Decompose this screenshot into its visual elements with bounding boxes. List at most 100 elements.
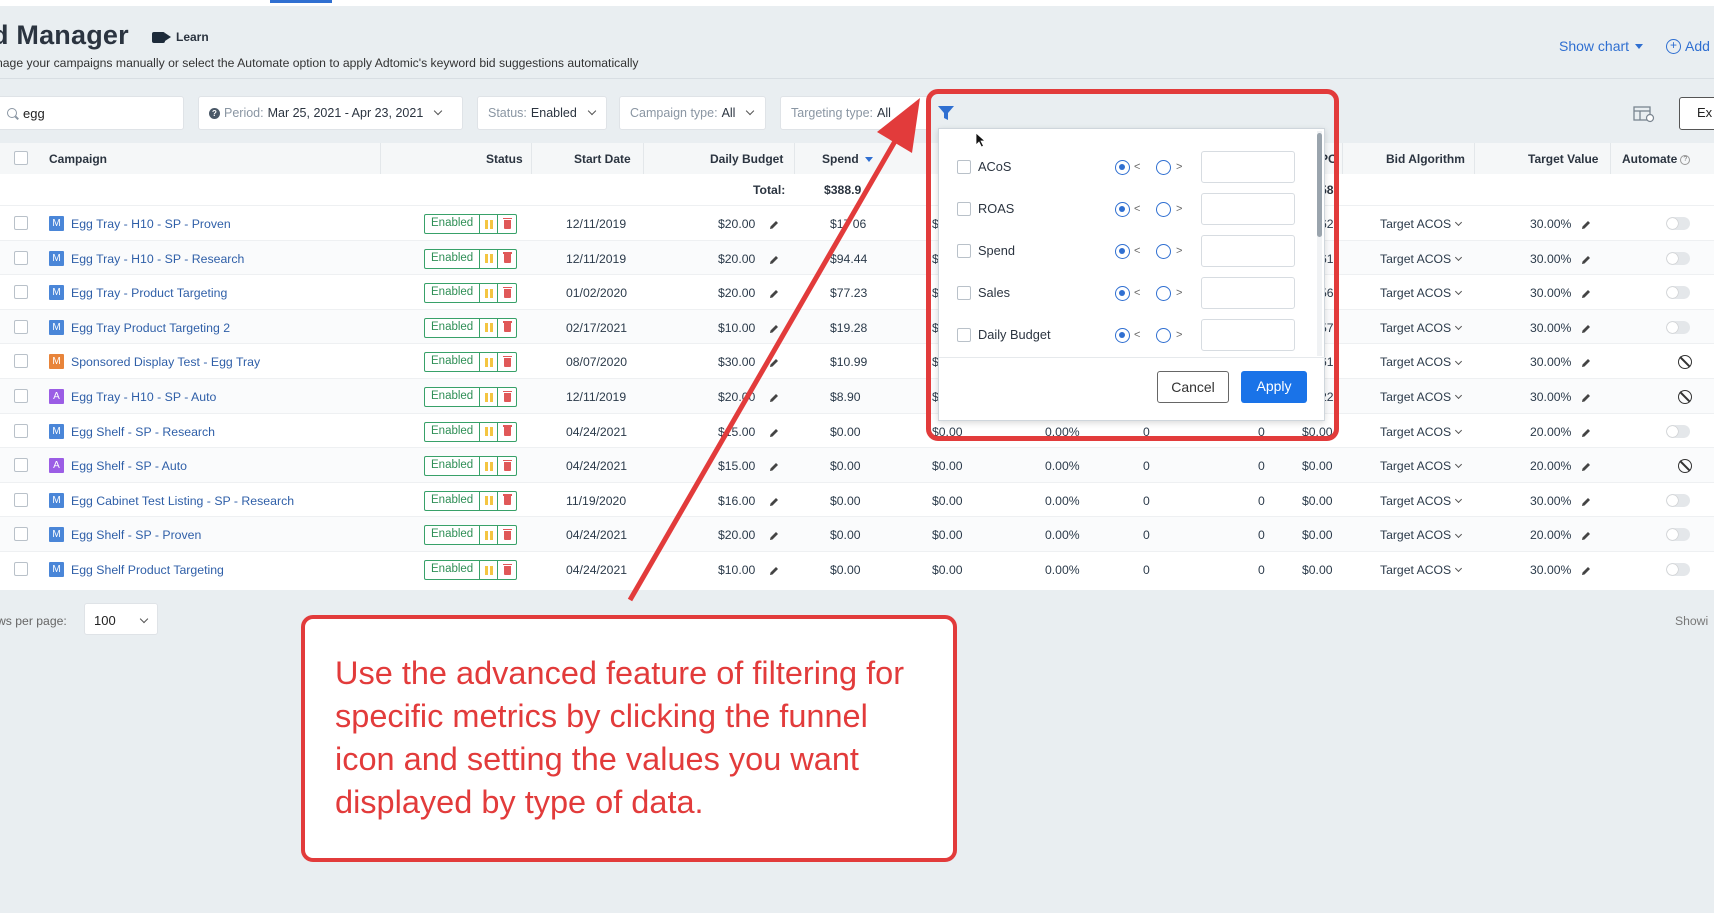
status-enabled-label[interactable]: Enabled xyxy=(425,526,481,545)
bid-algorithm-select[interactable]: Target ACOS xyxy=(1380,425,1463,439)
row-checkbox[interactable] xyxy=(14,458,28,473)
bid-algorithm-select[interactable]: Target ACOS xyxy=(1380,459,1463,473)
automate-toggle[interactable] xyxy=(1666,251,1690,265)
pause-icon[interactable] xyxy=(480,215,499,233)
pencil-icon[interactable] xyxy=(768,426,780,438)
bid-algorithm-select[interactable]: Target ACOS xyxy=(1380,217,1463,231)
trash-icon[interactable] xyxy=(498,492,516,510)
pause-icon[interactable] xyxy=(480,353,499,372)
bid-algorithm-select[interactable]: Target ACOS xyxy=(1380,563,1463,577)
select-all-checkbox[interactable] xyxy=(14,151,28,165)
pencil-icon[interactable] xyxy=(768,287,780,299)
pencil-icon[interactable] xyxy=(768,460,780,472)
pencil-icon[interactable] xyxy=(768,564,780,576)
pencil-icon[interactable] xyxy=(768,322,780,334)
campaign-link[interactable]: Egg Tray - H10 - SP - Proven xyxy=(71,217,231,231)
column-settings-icon[interactable] xyxy=(1633,105,1655,123)
trash-icon[interactable] xyxy=(498,457,516,475)
pencil-icon[interactable] xyxy=(768,391,780,403)
pause-icon[interactable] xyxy=(480,249,499,268)
campaign-link[interactable]: Egg Shelf Product Targeting xyxy=(71,563,224,577)
header-campaign[interactable]: Campaign xyxy=(49,152,107,166)
status-enabled-label[interactable]: Enabled xyxy=(425,249,481,268)
row-checkbox[interactable] xyxy=(14,423,28,438)
pencil-icon[interactable] xyxy=(1580,356,1592,368)
trash-icon[interactable] xyxy=(498,250,516,268)
pause-icon[interactable] xyxy=(480,318,499,337)
show-chart-button[interactable]: Show chart xyxy=(1559,38,1644,54)
bid-algorithm-select[interactable]: Target ACOS xyxy=(1380,390,1463,404)
bid-algorithm-select[interactable]: Target ACOS xyxy=(1380,355,1463,369)
status-enabled-label[interactable]: Enabled xyxy=(425,215,481,233)
add-button[interactable]: + Add xyxy=(1666,38,1710,54)
status-enabled-label[interactable]: Enabled xyxy=(425,353,481,372)
rows-per-page-select[interactable]: 100 xyxy=(84,603,158,635)
pencil-icon[interactable] xyxy=(768,253,780,265)
row-checkbox[interactable] xyxy=(14,250,28,265)
status-enabled-label[interactable]: Enabled xyxy=(425,318,481,337)
trash-icon[interactable] xyxy=(498,526,516,544)
campaign-link[interactable]: Egg Tray - Product Targeting xyxy=(71,286,227,300)
automate-toggle[interactable] xyxy=(1666,424,1690,438)
learn-link[interactable]: Learn xyxy=(152,30,209,44)
automate-toggle[interactable] xyxy=(1666,493,1690,507)
pencil-icon[interactable] xyxy=(1580,253,1592,265)
header-bid-algorithm[interactable]: Bid Algorithm xyxy=(1386,152,1465,166)
trash-icon[interactable] xyxy=(498,215,516,233)
campaign-link[interactable]: Egg Tray - H10 - SP - Auto xyxy=(71,390,216,404)
status-enabled-label[interactable]: Enabled xyxy=(425,491,481,510)
pencil-icon[interactable] xyxy=(1580,218,1592,230)
automate-toggle[interactable] xyxy=(1666,528,1690,542)
pencil-icon[interactable] xyxy=(768,495,780,507)
bid-algorithm-select[interactable]: Target ACOS xyxy=(1380,252,1463,266)
campaign-link[interactable]: Egg Shelf - SP - Research xyxy=(71,425,215,439)
row-checkbox[interactable] xyxy=(14,492,28,507)
trash-icon[interactable] xyxy=(498,319,516,337)
campaign-link[interactable]: Egg Tray Product Targeting 2 xyxy=(71,321,230,335)
status-enabled-label[interactable]: Enabled xyxy=(425,457,481,476)
trash-icon[interactable] xyxy=(498,388,516,406)
automate-toggle[interactable] xyxy=(1666,563,1690,576)
automate-toggle[interactable] xyxy=(1666,320,1690,334)
period-dropdown[interactable]: ? Period: Mar 25, 2021 - Apr 23, 2021 xyxy=(198,96,463,130)
pencil-icon[interactable] xyxy=(768,356,780,368)
pause-icon[interactable] xyxy=(480,457,499,476)
row-checkbox[interactable] xyxy=(14,285,28,300)
status-enabled-label[interactable]: Enabled xyxy=(425,388,481,406)
header-status[interactable]: Status xyxy=(486,152,523,166)
pencil-icon[interactable] xyxy=(1580,426,1592,438)
trash-icon[interactable] xyxy=(498,353,516,371)
export-button[interactable]: Ex xyxy=(1679,97,1714,130)
campaign-link[interactable]: Egg Tray - H10 - SP - Research xyxy=(71,252,244,266)
campaign-link[interactable]: Sponsored Display Test - Egg Tray xyxy=(71,355,260,369)
pause-icon[interactable] xyxy=(480,388,499,406)
header-spend[interactable]: Spend xyxy=(822,152,873,166)
status-dropdown[interactable]: Status: Enabled xyxy=(477,96,607,130)
campaign-link[interactable]: Egg Shelf - SP - Auto xyxy=(71,459,187,473)
row-checkbox[interactable] xyxy=(14,319,28,334)
bid-algorithm-select[interactable]: Target ACOS xyxy=(1380,494,1463,508)
pencil-icon[interactable] xyxy=(1580,564,1592,576)
pause-icon[interactable] xyxy=(480,284,499,303)
pause-icon[interactable] xyxy=(480,561,499,579)
row-checkbox[interactable] xyxy=(14,354,28,369)
status-enabled-label[interactable]: Enabled xyxy=(425,284,481,303)
header-target-value[interactable]: Target Value xyxy=(1528,152,1598,166)
pencil-icon[interactable] xyxy=(1580,495,1592,507)
pause-icon[interactable] xyxy=(480,491,499,510)
pause-icon[interactable] xyxy=(480,526,499,545)
trash-icon[interactable] xyxy=(498,423,516,441)
row-checkbox[interactable] xyxy=(14,216,28,230)
pencil-icon[interactable] xyxy=(1580,529,1592,541)
bid-algorithm-select[interactable]: Target ACOS xyxy=(1380,286,1463,300)
trash-icon[interactable] xyxy=(498,561,516,579)
header-start-date[interactable]: Start Date xyxy=(574,152,631,166)
campaign-link[interactable]: Egg Shelf - SP - Proven xyxy=(71,528,201,542)
trash-icon[interactable] xyxy=(498,284,516,302)
automate-toggle[interactable] xyxy=(1666,217,1690,230)
pause-icon[interactable] xyxy=(480,422,499,441)
targeting-type-dropdown[interactable]: Targeting type: All xyxy=(780,96,930,130)
pencil-icon[interactable] xyxy=(768,218,780,230)
campaign-link[interactable]: Egg Cabinet Test Listing - SP - Research xyxy=(71,494,294,508)
row-checkbox[interactable] xyxy=(14,562,28,576)
